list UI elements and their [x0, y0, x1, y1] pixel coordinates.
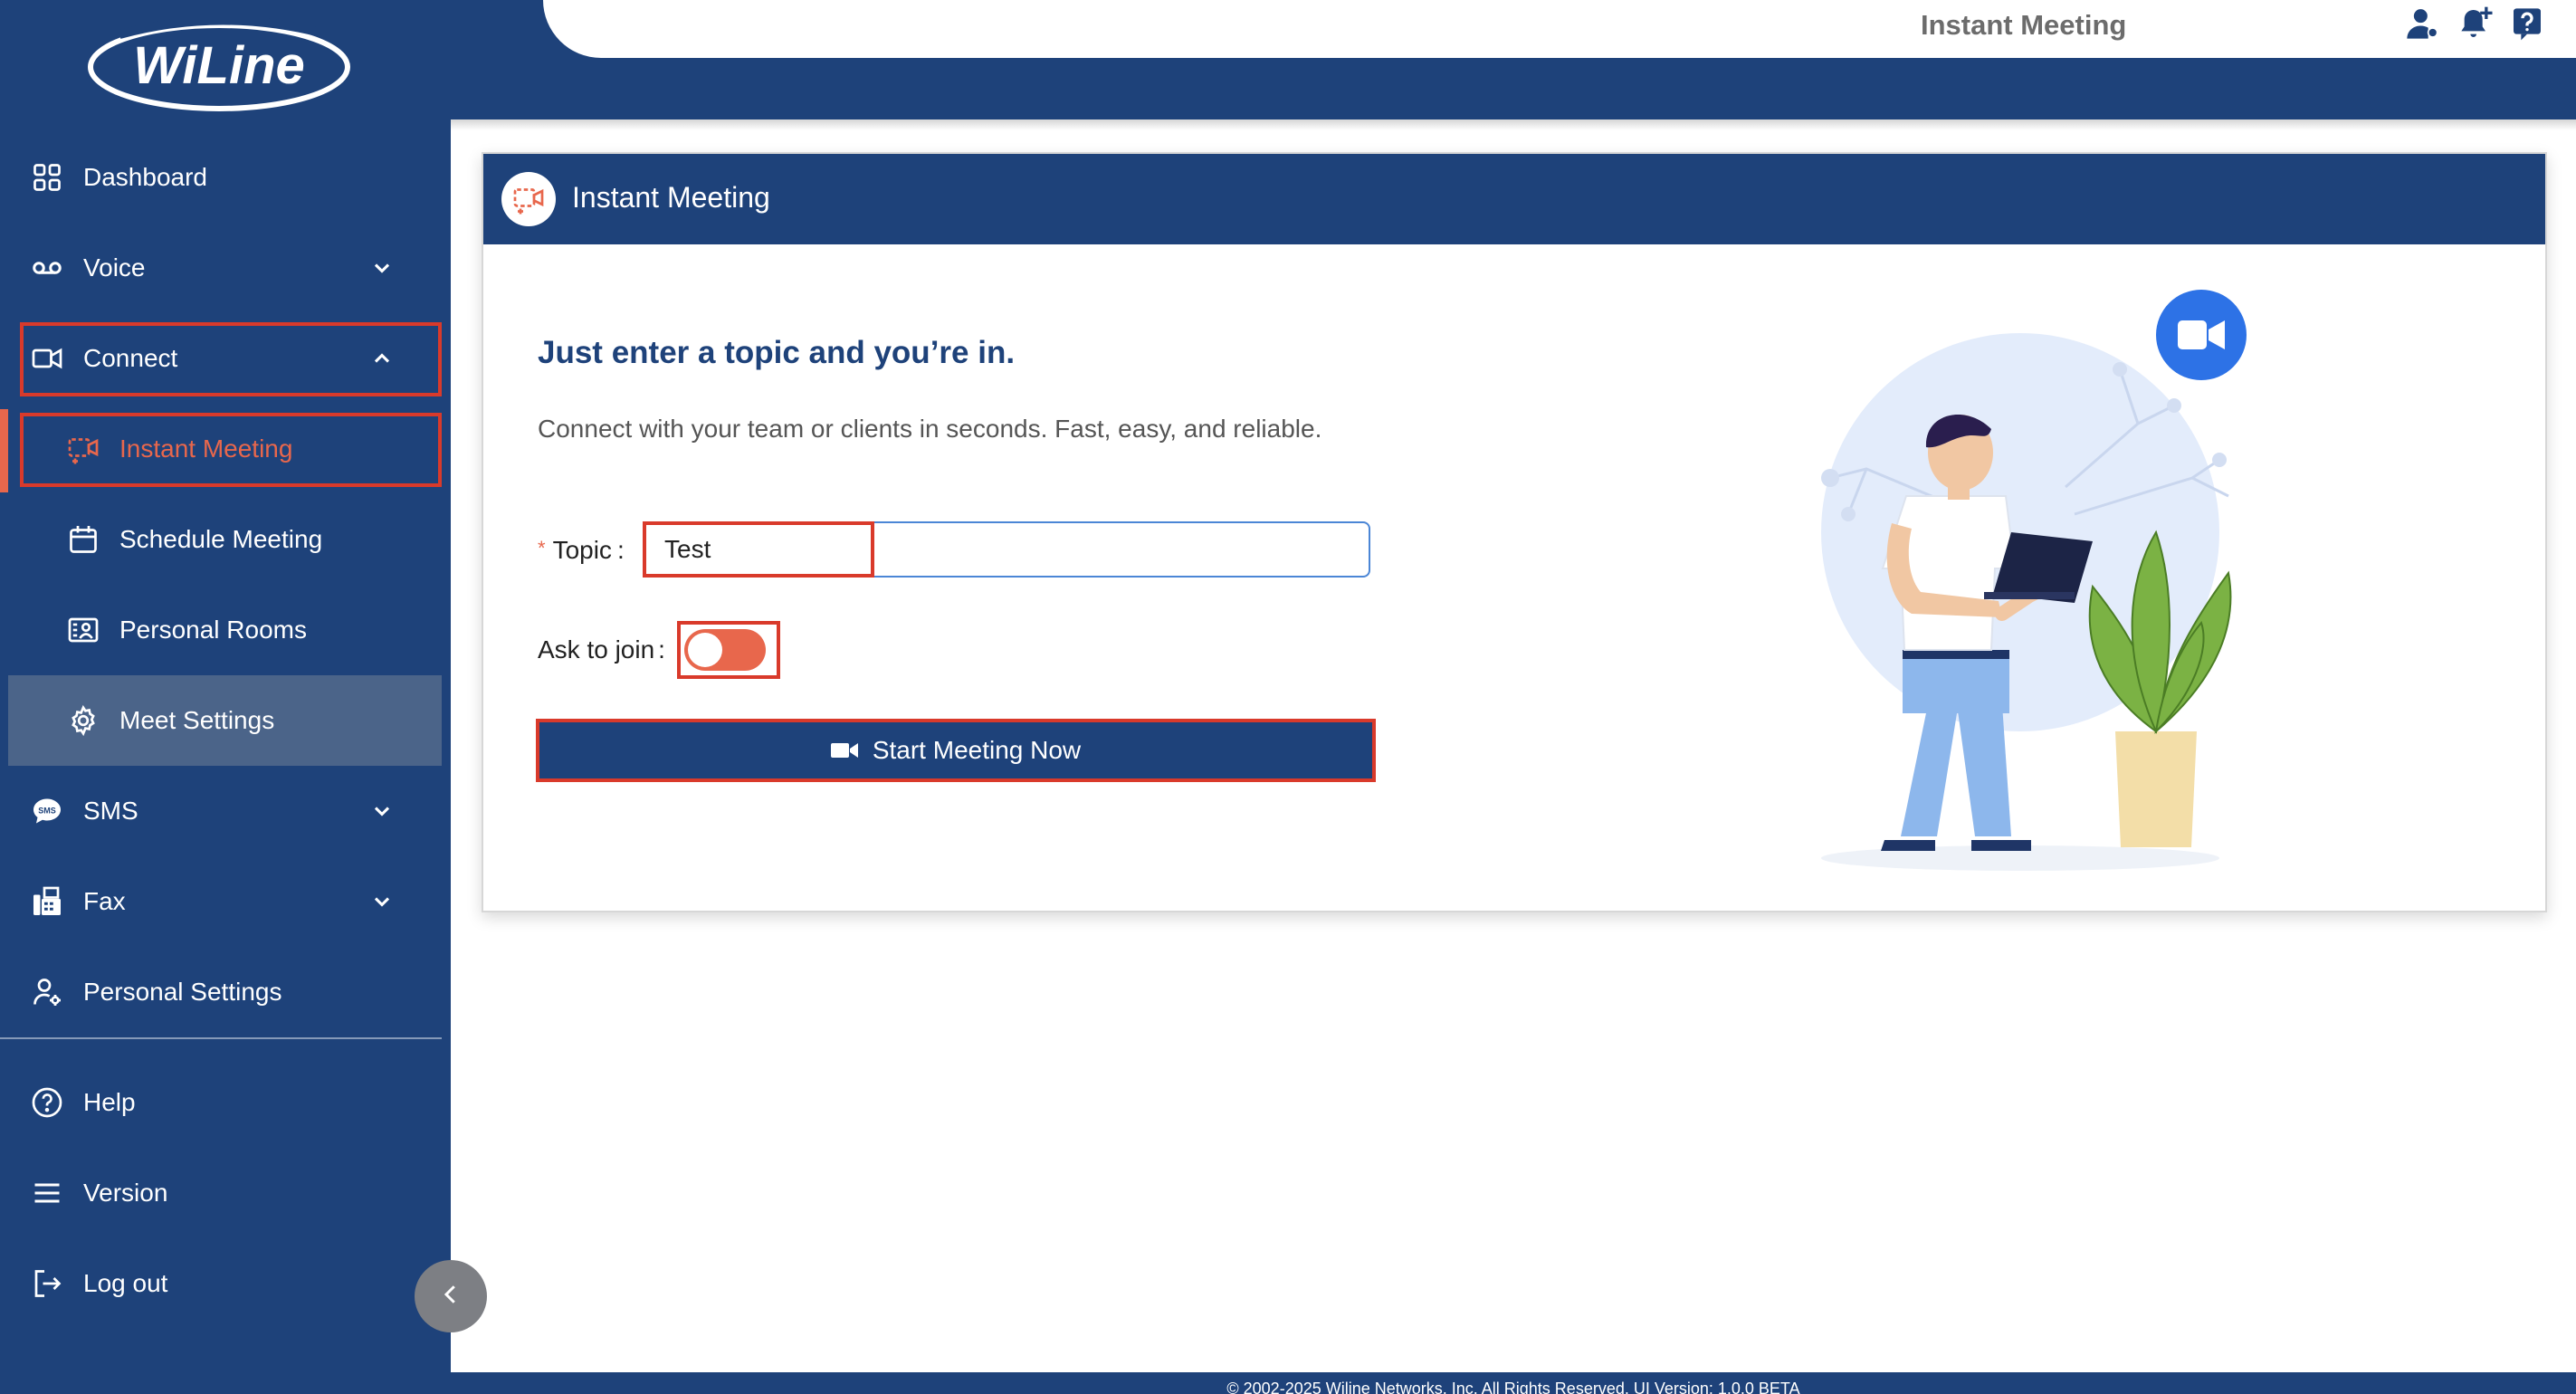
user-settings-icon: [29, 976, 65, 1008]
sidebar-item-label: Version: [83, 1179, 168, 1207]
chevron-up-icon[interactable]: [369, 346, 395, 371]
sidebar-item-version[interactable]: Version: [0, 1148, 444, 1238]
card-subline: Connect with your team or clients in sec…: [538, 415, 1322, 443]
toggle-knob: [688, 633, 722, 667]
video-icon: [29, 342, 65, 375]
help-circle-icon: [29, 1086, 65, 1119]
sms-icon: SMS: [29, 795, 65, 827]
sidebar-item-label: Personal Rooms: [119, 616, 307, 644]
video-camera-icon: [830, 743, 858, 758]
sidebar-item-label: Connect: [83, 344, 178, 372]
sidebar-item-logout[interactable]: Log out: [0, 1238, 444, 1329]
content-top-shadow: [451, 119, 2576, 130]
sidebar-item-label: Dashboard: [83, 163, 207, 191]
topic-input[interactable]: [643, 521, 1370, 578]
menu-icon: [29, 1177, 65, 1209]
help-icon[interactable]: [2509, 5, 2545, 42]
ask-to-join-label-text: Ask to join: [538, 635, 655, 664]
sidebar-item-label: Meet Settings: [119, 706, 275, 734]
voicemail-icon: [29, 252, 65, 284]
card-title: Instant Meeting: [572, 181, 770, 214]
logout-icon: [29, 1267, 65, 1300]
sidebar: WiLine Dashboard Voice Connect Instant M…: [0, 0, 451, 1394]
gear-icon: [65, 704, 101, 737]
footer-text: © 2002-2025 Wiline Networks, Inc. All Ri…: [1226, 1380, 1800, 1394]
sidebar-item-help[interactable]: Help: [0, 1057, 444, 1148]
instant-meeting-icon: [65, 433, 101, 465]
sidebar-item-instant-meeting[interactable]: Instant Meeting: [0, 404, 444, 494]
chevron-down-icon[interactable]: [369, 889, 395, 914]
dashboard-icon: [29, 161, 65, 194]
collapse-sidebar-button[interactable]: [415, 1260, 487, 1332]
svg-text:SMS: SMS: [38, 806, 56, 815]
sidebar-item-meet-settings[interactable]: Meet Settings: [8, 675, 442, 766]
start-meeting-label: Start Meeting Now: [872, 736, 1082, 764]
topic-label-colon: :: [616, 536, 625, 564]
start-meeting-button[interactable]: Start Meeting Now: [539, 722, 1372, 778]
ask-to-join-label: Ask to join:: [538, 635, 665, 664]
chevron-left-icon: [437, 1281, 464, 1313]
card-header: Instant Meeting: [483, 154, 2545, 244]
card-headline: Just enter a topic and you’re in.: [538, 335, 1016, 370]
sidebar-item-label: SMS: [83, 797, 138, 825]
topic-label-text: Topic: [552, 536, 612, 564]
ask-to-join-toggle[interactable]: [684, 629, 766, 671]
sidebar-item-label: Voice: [83, 253, 146, 282]
user-icon[interactable]: [2404, 5, 2440, 42]
sidebar-item-dashboard[interactable]: Dashboard: [0, 132, 444, 223]
sidebar-item-label: Help: [83, 1088, 136, 1116]
sidebar-item-personal-settings[interactable]: Personal Settings: [0, 947, 444, 1037]
chevron-down-icon[interactable]: [369, 798, 395, 824]
calendar-icon: [65, 523, 101, 556]
sidebar-item-label: Log out: [83, 1269, 168, 1297]
sidebar-divider: [0, 1037, 442, 1039]
footer: © 2002-2025 Wiline Networks, Inc. All Ri…: [451, 1372, 2576, 1394]
ask-to-join-label-colon: :: [658, 635, 665, 664]
sidebar-item-label: Personal Settings: [83, 978, 282, 1006]
fax-icon: [29, 885, 65, 918]
instant-meeting-card: Instant Meeting Just enter a topic and y…: [482, 152, 2547, 912]
header-title-area: Instant Meeting: [543, 0, 2576, 58]
meeting-illustration: [1794, 261, 2265, 903]
sidebar-item-schedule-meeting[interactable]: Schedule Meeting: [0, 494, 444, 585]
page-title: Instant Meeting: [1921, 9, 2127, 41]
topic-label: * Topic:: [538, 536, 625, 565]
wiline-logo[interactable]: WiLine: [83, 13, 355, 118]
sidebar-item-connect[interactable]: Connect: [0, 313, 444, 404]
sidebar-item-voice[interactable]: Voice: [0, 223, 444, 313]
sidebar-item-personal-rooms[interactable]: Personal Rooms: [0, 585, 444, 675]
personal-rooms-icon: [65, 614, 101, 646]
sidebar-item-label: Fax: [83, 887, 126, 915]
required-mark: *: [538, 537, 546, 559]
logo-text: WiLine: [133, 36, 305, 95]
bell-plus-icon[interactable]: [2458, 5, 2495, 42]
sidebar-item-label: Schedule Meeting: [119, 525, 323, 553]
sidebar-item-fax[interactable]: Fax: [0, 856, 444, 947]
sidebar-item-label: Instant Meeting: [119, 434, 293, 463]
sidebar-item-sms[interactable]: SMS SMS: [0, 766, 444, 856]
chevron-down-icon[interactable]: [369, 255, 395, 281]
instant-meeting-icon: [501, 172, 556, 226]
